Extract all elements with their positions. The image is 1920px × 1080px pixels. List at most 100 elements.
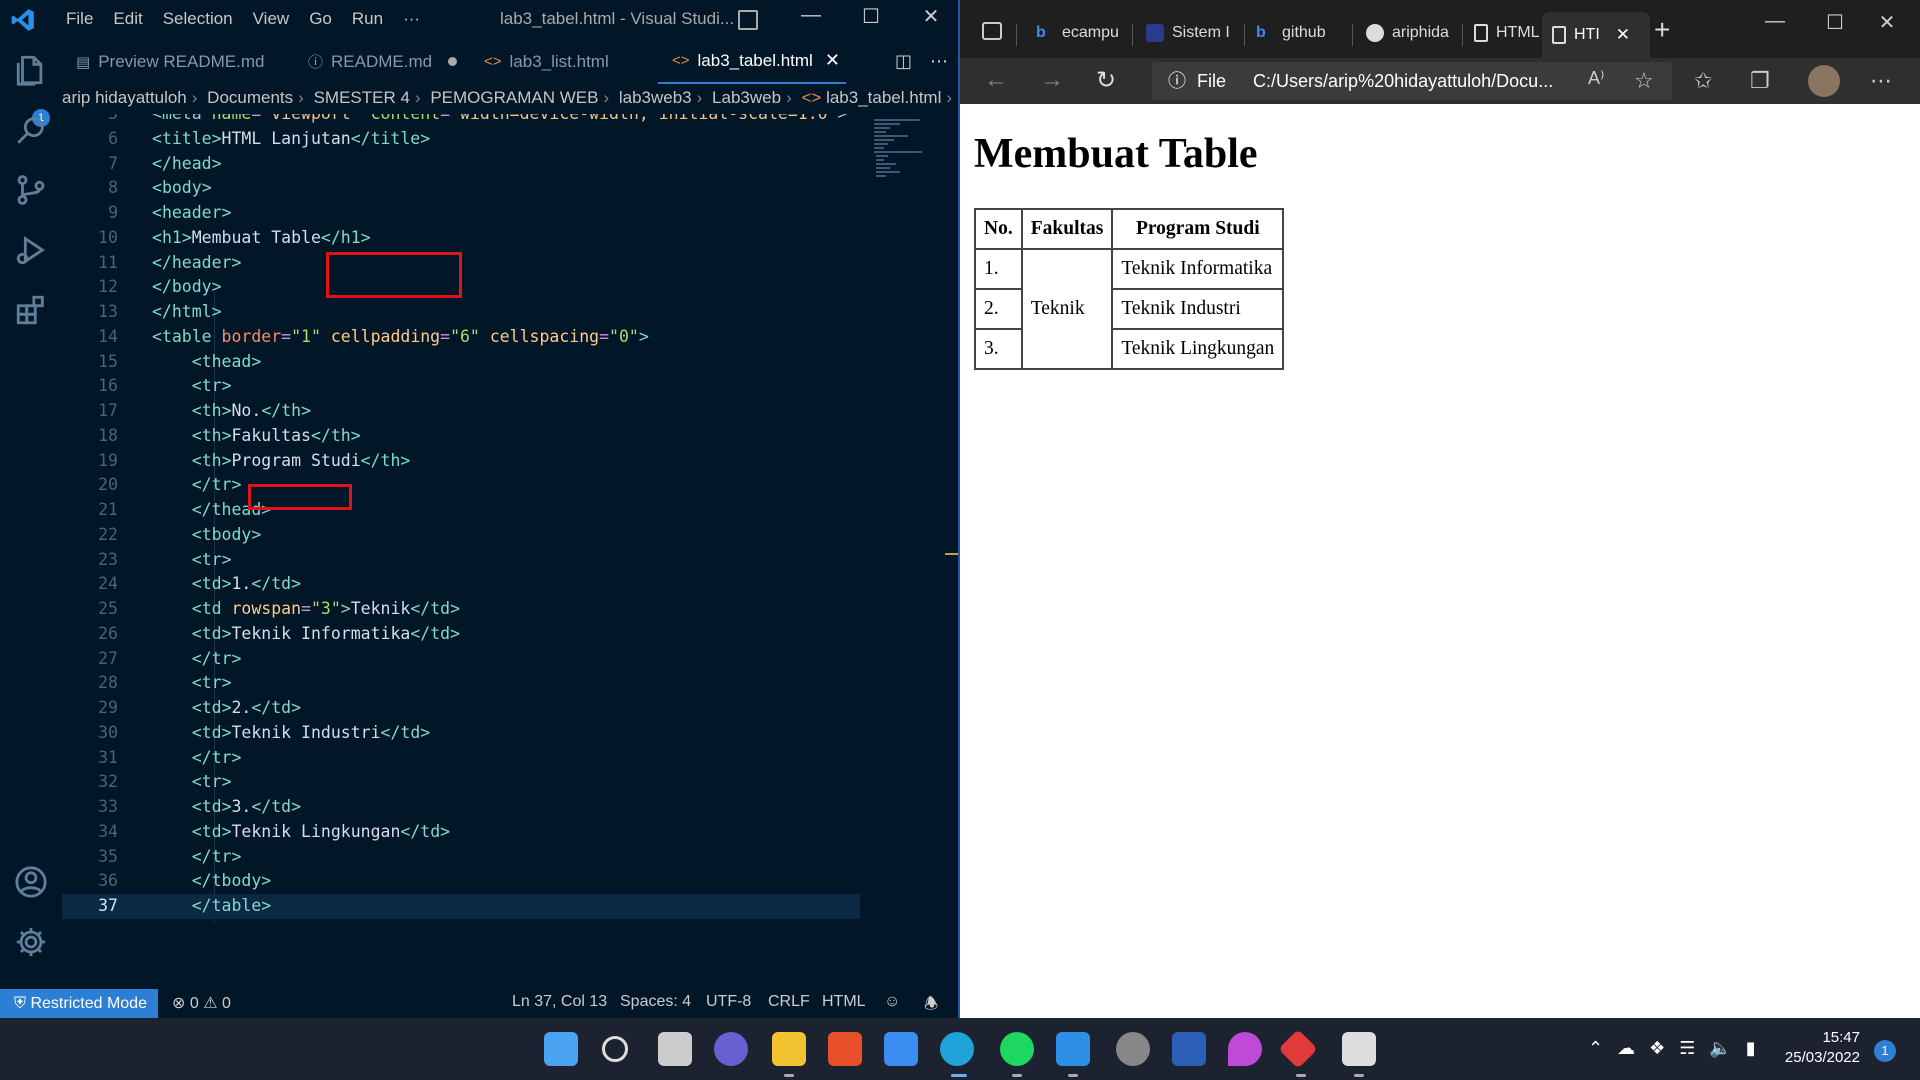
feedback-icon[interactable]: ☺ <box>884 993 900 1011</box>
office-icon[interactable] <box>828 1032 862 1066</box>
browser-tab-active[interactable]: HTI ✕ <box>1542 12 1650 58</box>
code-line[interactable]: 6 <title>HTML Lanjutan</title> <box>62 127 860 152</box>
problems-indicator[interactable]: ⊗ 0 ⚠ 0 <box>172 993 231 1013</box>
extensions-icon[interactable] <box>14 293 48 327</box>
paint-icon[interactable] <box>1228 1032 1262 1066</box>
spotify-icon[interactable] <box>1000 1032 1034 1066</box>
breadcrumb-item[interactable]: PEMOGRAMAN WEB <box>430 88 598 107</box>
maximize-icon[interactable]: ☐ <box>1820 10 1850 35</box>
code-line[interactable]: 31 </tr> <box>62 746 860 771</box>
teams-chat-icon[interactable] <box>714 1032 748 1066</box>
code-line[interactable]: 22 <tbody> <box>62 523 860 548</box>
breadcrumb-item[interactable]: lab3web3 <box>619 88 692 107</box>
code-line[interactable]: 32 <tr> <box>62 770 860 795</box>
code-editor[interactable]: 5 <meta name="viewport" content="width=de… <box>62 114 860 990</box>
dropbox-icon[interactable]: ❖ <box>1649 1038 1665 1059</box>
task-view-icon[interactable] <box>658 1032 692 1066</box>
forward-icon[interactable]: → <box>1040 66 1064 94</box>
tab-lab3-list[interactable]: <> lab3_list.html <box>470 39 646 84</box>
code-line[interactable]: 33 <td>3.</td> <box>62 795 860 820</box>
minimap[interactable] <box>860 114 948 990</box>
run-debug-icon[interactable] <box>14 233 48 267</box>
tab-close-icon[interactable]: ✕ <box>1616 25 1630 45</box>
git-icon[interactable] <box>1278 1029 1318 1069</box>
code-line[interactable]: 18 <th>Fakultas</th> <box>62 424 860 449</box>
start-icon[interactable] <box>544 1032 578 1066</box>
settings-more-icon[interactable]: ⋯ <box>1870 68 1892 94</box>
account-icon[interactable] <box>14 865 48 899</box>
language-mode[interactable]: HTML <box>822 993 866 1011</box>
site-info-icon[interactable]: ⓘ <box>1168 71 1186 91</box>
close-icon[interactable]: ✕ <box>916 4 946 29</box>
code-line[interactable]: 20 </tr> <box>62 473 860 498</box>
edge-icon[interactable] <box>940 1032 974 1066</box>
code-line[interactable]: 7 </head> <box>62 152 860 177</box>
word-icon[interactable] <box>1172 1032 1206 1066</box>
tab-readme[interactable]: ⓘ README.md <box>294 39 470 84</box>
browser-tab[interactable]: b github <box>1246 16 1346 50</box>
onedrive-icon[interactable]: ☁ <box>1617 1038 1635 1059</box>
back-icon[interactable]: ← <box>984 66 1008 94</box>
menu-more[interactable]: ··· <box>393 9 430 29</box>
code-line[interactable]: 5 <meta name="viewport" content="width=de… <box>62 114 860 127</box>
menu-selection[interactable]: Selection <box>153 9 243 29</box>
code-line[interactable]: 23 <tr> <box>62 548 860 573</box>
breadcrumb-item[interactable]: SMESTER 4 <box>314 88 410 107</box>
menu-file[interactable]: File <box>56 9 103 29</box>
code-line[interactable]: 15 <thead> <box>62 350 860 375</box>
source-control-icon[interactable] <box>14 173 48 207</box>
new-tab-icon[interactable]: + <box>1654 14 1670 46</box>
tab-actions-icon[interactable] <box>982 22 1002 40</box>
explorer-icon[interactable] <box>14 53 48 87</box>
line-ending[interactable]: CRLF <box>768 993 810 1011</box>
maximize-icon[interactable]: ☐ <box>856 4 886 29</box>
file-explorer-icon[interactable] <box>772 1032 806 1066</box>
code-line[interactable]: 14 <table border="1" cellpadding="6" cell… <box>62 325 860 350</box>
search-icon[interactable] <box>14 113 48 147</box>
vscode-icon[interactable] <box>1056 1032 1090 1066</box>
refresh-icon[interactable]: ↻ <box>1096 66 1116 95</box>
menu-view[interactable]: View <box>243 9 300 29</box>
code-line[interactable]: 35 </tr> <box>62 845 860 870</box>
menu-run[interactable]: Run <box>342 9 393 29</box>
code-line[interactable]: 36 </tbody> <box>62 869 860 894</box>
settings-gear-icon[interactable] <box>14 925 48 959</box>
notification-badge[interactable]: 1 <box>1874 1040 1896 1062</box>
breadcrumb-item[interactable]: Documents <box>207 88 293 107</box>
tab-lab3-tabel[interactable]: <> lab3_tabel.html ✕ <box>658 39 846 84</box>
code-line[interactable]: 10 <h1>Membuat Table</h1> <box>62 226 860 251</box>
code-line[interactable]: 37 </table> <box>62 894 860 919</box>
notification-bell-icon[interactable]: 🕭 <box>924 993 938 1018</box>
battery-icon[interactable]: ▮ <box>1746 1038 1756 1059</box>
code-line[interactable]: 34 <td>Teknik Lingkungan</td> <box>62 820 860 845</box>
browser-tab[interactable]: ariphida <box>1356 16 1456 50</box>
volume-icon[interactable]: 🔈 <box>1709 1038 1731 1059</box>
code-line[interactable]: 29 <td>2.</td> <box>62 696 860 721</box>
code-line[interactable]: 13 </html> <box>62 300 860 325</box>
read-aloud-icon[interactable]: A⁾ <box>1588 68 1604 89</box>
code-line[interactable]: 19 <th>Program Studi</th> <box>62 449 860 474</box>
code-line[interactable]: 27 </tr> <box>62 647 860 672</box>
menu-go[interactable]: Go <box>299 9 342 29</box>
code-line[interactable]: 21 </thead> <box>62 498 860 523</box>
search-icon[interactable] <box>602 1036 628 1062</box>
indentation[interactable]: Spaces: 4 <box>620 993 691 1011</box>
wifi-icon[interactable]: ☴ <box>1679 1038 1695 1059</box>
photos-icon[interactable] <box>1342 1032 1376 1066</box>
encoding[interactable]: UTF-8 <box>706 993 751 1011</box>
breadcrumb-item[interactable]: arip hidayattuloh <box>62 88 187 107</box>
code-line[interactable]: 24 <td>1.</td> <box>62 572 860 597</box>
minimize-icon[interactable]: — <box>1760 10 1790 33</box>
close-icon[interactable]: ✕ <box>1872 10 1902 35</box>
tab-close-icon[interactable]: ✕ <box>825 50 840 71</box>
code-line[interactable]: 16 <tr> <box>62 374 860 399</box>
restricted-mode-indicator[interactable]: ⛨ Restricted Mode <box>0 989 158 1018</box>
split-editor-icon[interactable]: ◫ <box>895 51 912 72</box>
minimize-icon[interactable]: — <box>796 4 826 27</box>
clock[interactable]: 15:47 25/03/2022 <box>1785 1028 1860 1068</box>
code-line[interactable]: 26 <td>Teknik Informatika</td> <box>62 622 860 647</box>
favorites-icon[interactable]: ✩ <box>1694 68 1712 94</box>
more-actions-icon[interactable]: ⋯ <box>930 51 948 72</box>
code-line[interactable]: 25 <td rowspan="3">Teknik</td> <box>62 597 860 622</box>
code-line[interactable]: 8 <body> <box>62 176 860 201</box>
